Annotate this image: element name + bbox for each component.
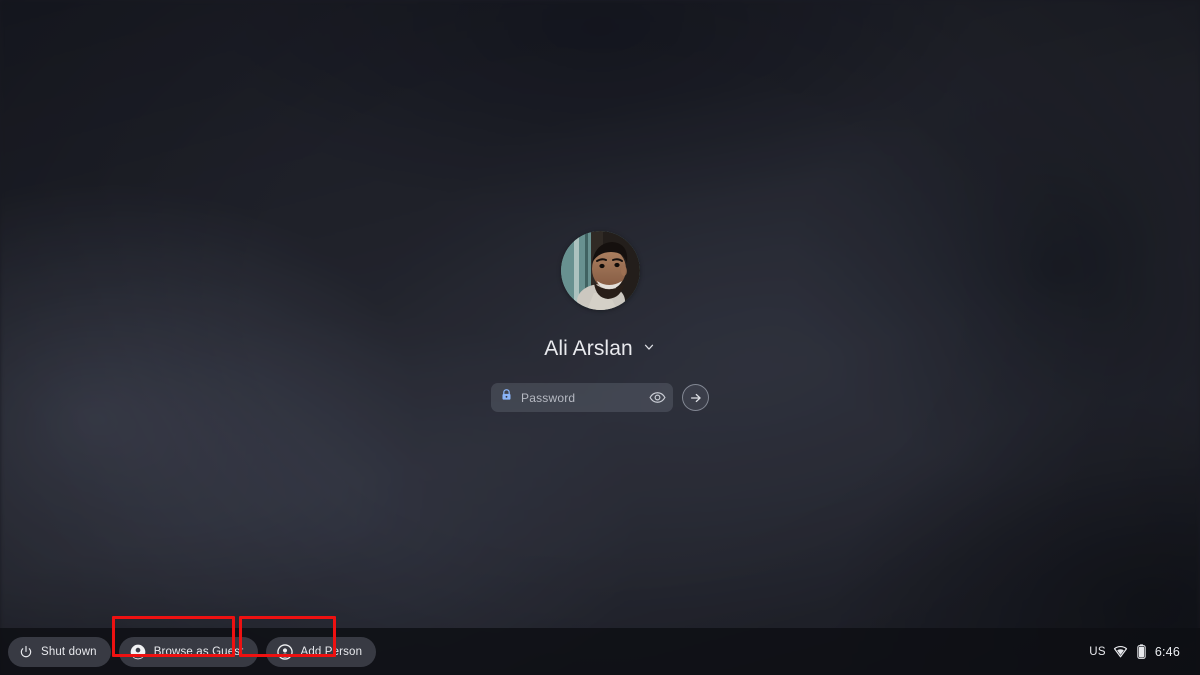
avatar[interactable] [560, 231, 640, 310]
lock-icon [500, 388, 513, 407]
password-row [491, 383, 709, 412]
password-input[interactable] [521, 390, 641, 405]
user-name-label: Ali Arslan [544, 337, 633, 360]
shut-down-label: Shut down [41, 645, 97, 658]
add-person-label: Add Person [300, 645, 363, 658]
browse-as-guest-button[interactable]: Browse as Guest [118, 636, 258, 667]
person-icon [130, 644, 146, 660]
add-person-icon [276, 643, 293, 660]
wifi-icon [1113, 644, 1128, 659]
login-pod: Ali Arslan [0, 231, 1200, 412]
status-tray[interactable]: US 6:46 [1077, 637, 1192, 667]
password-field[interactable] [491, 383, 673, 412]
arrow-right-icon [689, 391, 703, 405]
shut-down-button[interactable]: Shut down [8, 636, 111, 667]
clock-time: 6:46 [1154, 644, 1180, 659]
shelf: Shut down Browse as Guest Add Person US … [0, 615, 1200, 675]
browse-as-guest-label: Browse as Guest [153, 645, 244, 658]
submit-password-button[interactable] [682, 384, 709, 411]
add-person-button[interactable]: Add Person [265, 636, 377, 667]
chevron-down-icon[interactable] [642, 340, 656, 359]
power-icon [19, 645, 33, 659]
chromeos-login-screen: Ali Arslan Shut down Browse as Guest Add… [0, 0, 1200, 675]
keyboard-locale-label: US [1089, 645, 1106, 658]
user-name-dropdown[interactable]: Ali Arslan [538, 335, 662, 362]
shelf-buttons-group: Shut down Browse as Guest Add Person [8, 615, 377, 667]
battery-icon [1135, 644, 1148, 659]
eye-icon[interactable] [649, 391, 666, 404]
